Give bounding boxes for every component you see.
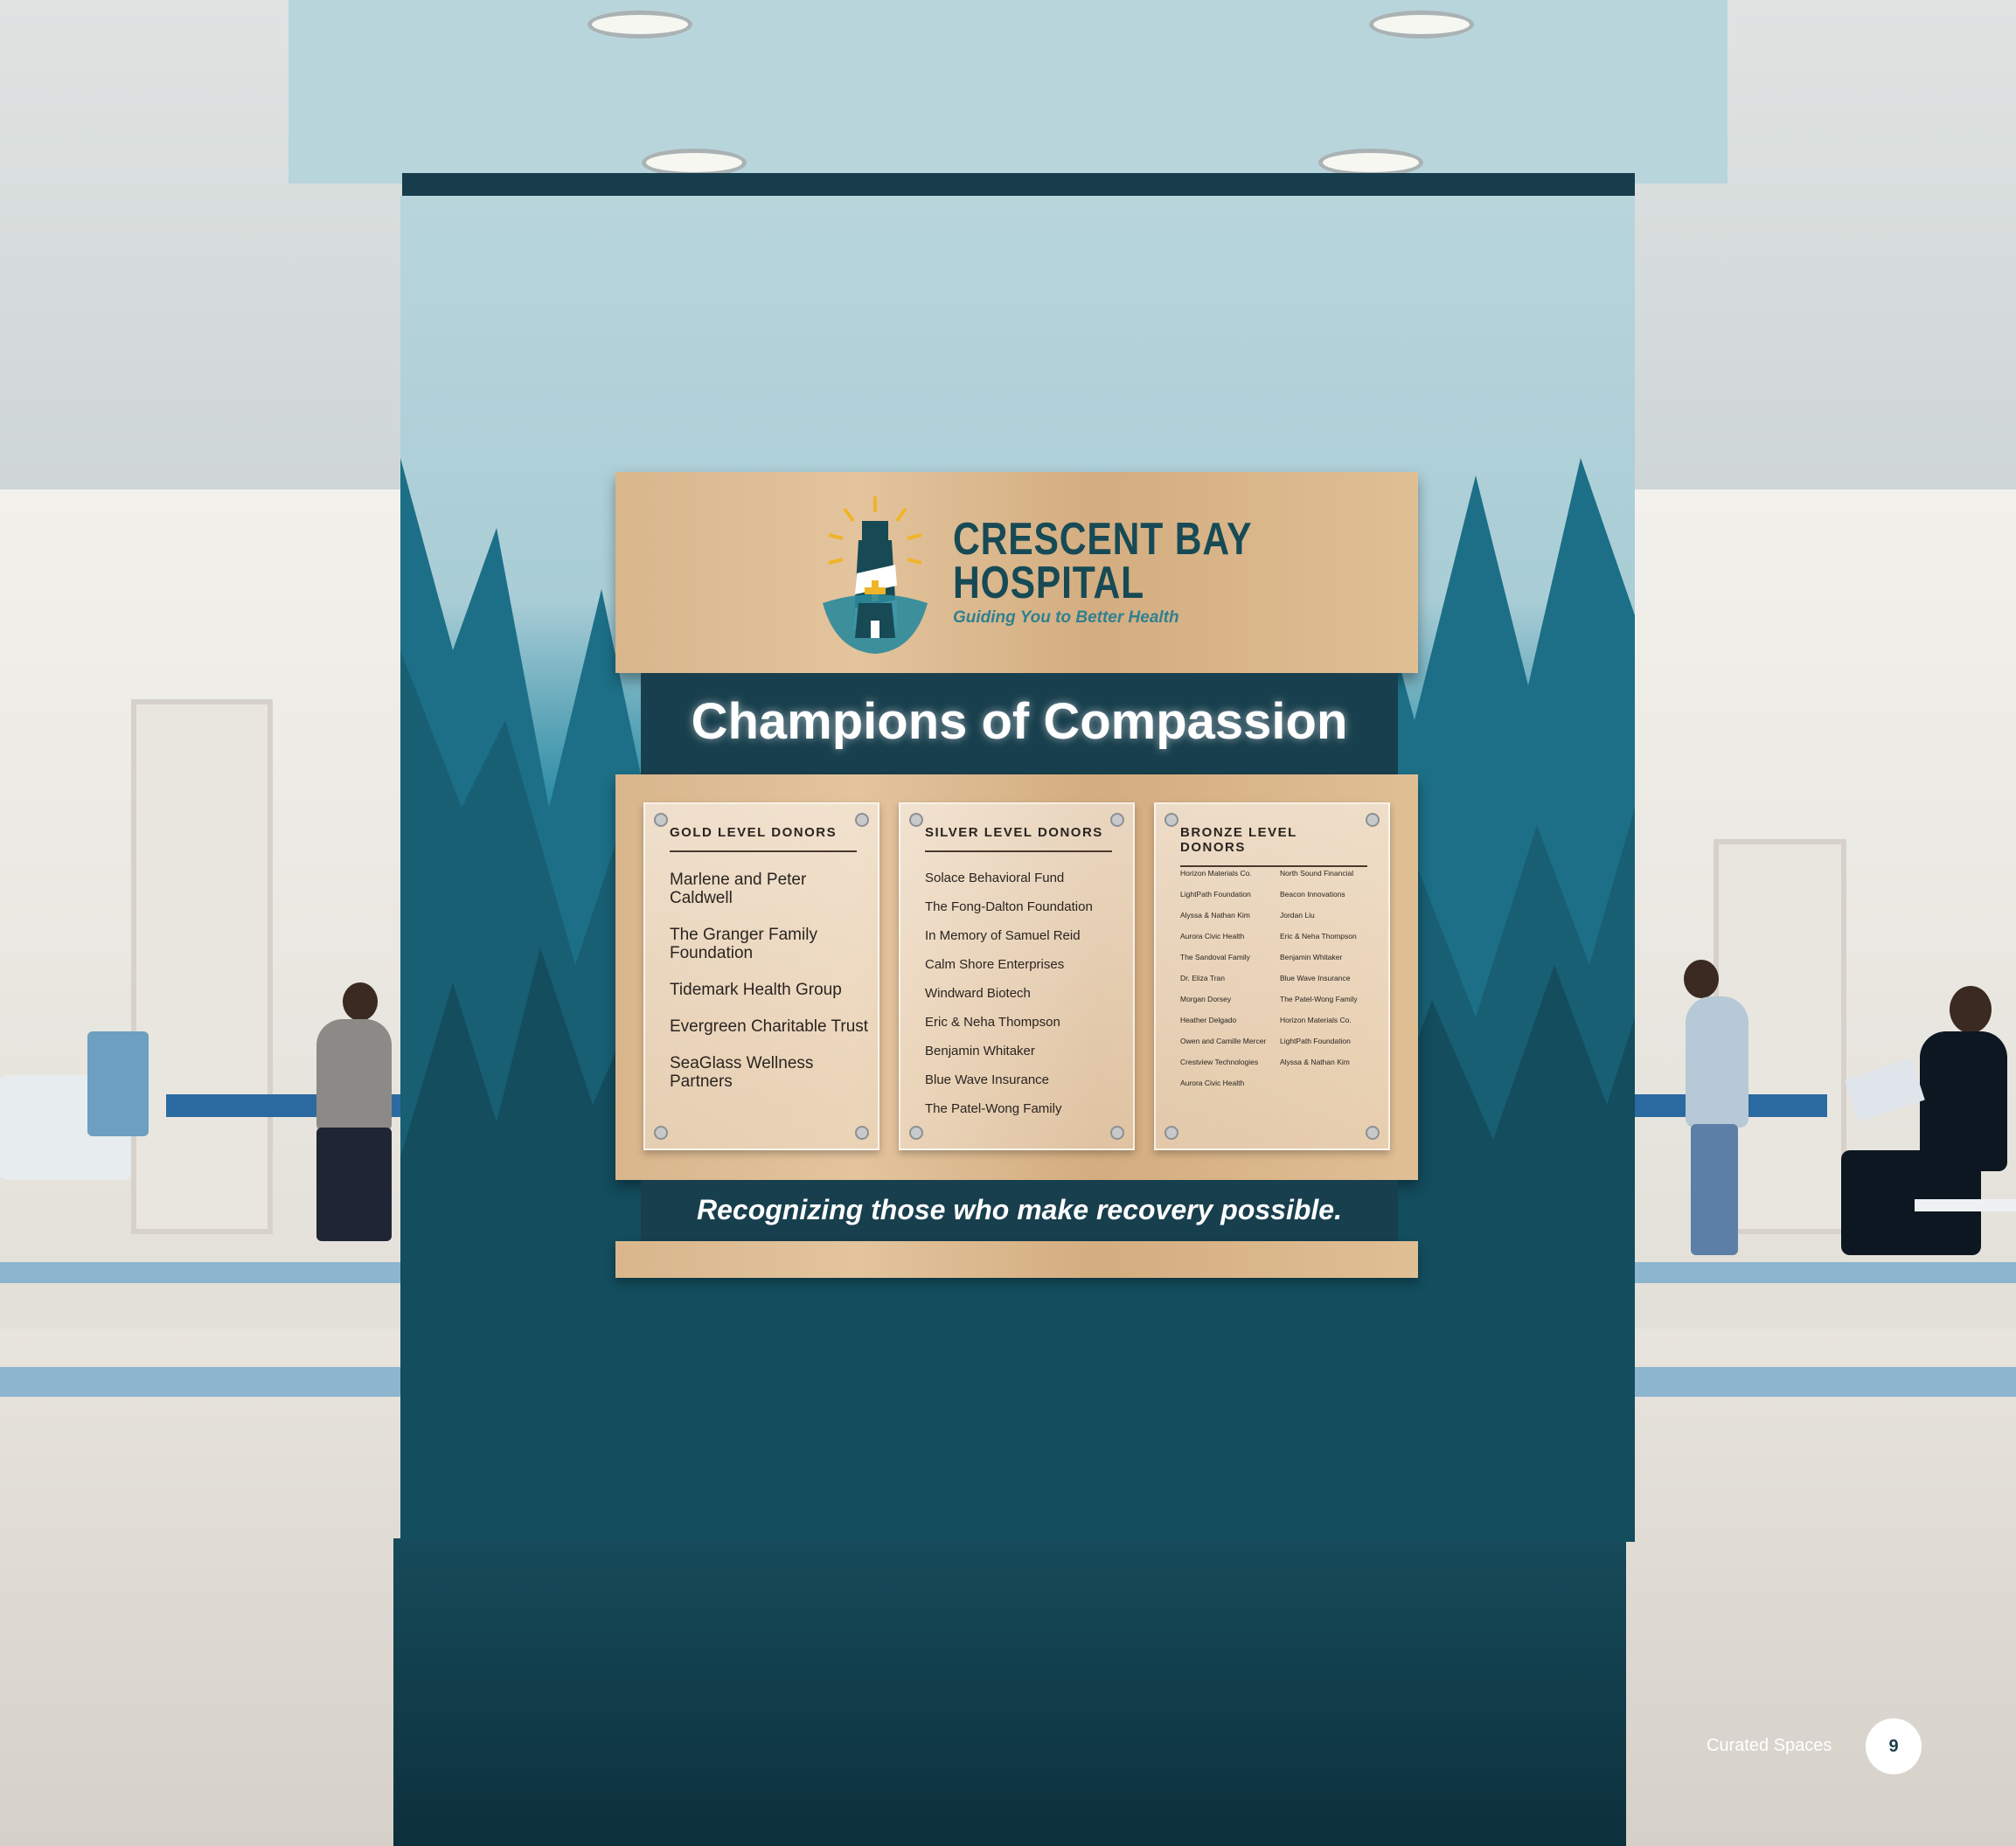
base-wood-board	[615, 1241, 1418, 1278]
hallway-scene: CRESCENT BAY HOSPITAL Guiding You to Bet…	[0, 0, 2016, 1846]
screw-icon	[1164, 1126, 1178, 1140]
screw-icon	[909, 1126, 923, 1140]
silver-donor-list: Solace Behavioral Fund The Fong-Dalton F…	[925, 871, 1126, 1130]
list-item: Tidemark Health Group	[670, 981, 842, 999]
list-item: Jordan Liu	[1280, 911, 1315, 920]
monitor-cart	[87, 1031, 149, 1136]
gold-donor-plaque: GOLD LEVEL DONORS Marlene and Peter Cald…	[643, 802, 879, 1150]
floor-stripe	[1635, 1262, 2016, 1283]
wall-top-trim	[402, 173, 1635, 198]
left-door	[131, 699, 273, 1234]
floor-stripe	[0, 1367, 402, 1397]
silver-donor-plaque: SILVER LEVEL DONORS Solace Behavioral Fu…	[899, 802, 1135, 1150]
footer-label: Curated Spaces	[1707, 1736, 1832, 1755]
hospital-name-line1: CRESCENT BAY	[953, 514, 1253, 565]
list-item: North Sound Financial	[1280, 869, 1354, 878]
list-item: LightPath Foundation	[1280, 1037, 1351, 1045]
list-item: The Granger Family Foundation	[670, 926, 817, 962]
list-item: Heather Delgado	[1180, 1016, 1237, 1024]
sign-subtitle: Recognizing those who make recovery poss…	[697, 1194, 1342, 1225]
list-item: LightPath Foundation	[1180, 890, 1251, 899]
bronze-donor-list-left: Horizon Materials Co. LightPath Foundati…	[1180, 869, 1278, 1100]
list-item: Benjamin Whitaker	[925, 1044, 1035, 1058]
bronze-donor-plaque: BRONZE LEVEL DONORS Horizon Materials Co…	[1154, 802, 1390, 1150]
list-item: Eric & Neha Thompson	[925, 1015, 1060, 1030]
list-item: The Patel-Wong Family	[925, 1101, 1062, 1116]
screw-icon	[654, 813, 668, 827]
screw-icon	[855, 1126, 869, 1140]
screw-icon	[1366, 813, 1380, 827]
screw-icon	[654, 1126, 668, 1140]
list-item: SeaGlass Wellness Partners	[670, 1054, 814, 1091]
list-item: The Patel-Wong Family	[1280, 995, 1358, 1003]
list-item: Aurora Civic Health	[1180, 1079, 1245, 1087]
ceiling-light	[1369, 10, 1474, 38]
screw-icon	[855, 813, 869, 827]
list-item: Windward Biotech	[925, 986, 1031, 1001]
list-item: Owen and Camille Mercer	[1180, 1037, 1267, 1045]
subtitle-band: Recognizing those who make recovery poss…	[641, 1180, 1398, 1241]
list-item: Blue Wave Insurance	[1280, 974, 1351, 982]
list-item: Alyssa & Nathan Kim	[1180, 911, 1250, 920]
list-item: In Memory of Samuel Reid	[925, 928, 1081, 943]
gold-donor-list: Marlene and Peter Caldwell The Granger F…	[670, 871, 871, 1109]
list-item: Beacon Innovations	[1280, 890, 1345, 899]
list-item: The Fong-Dalton Foundation	[925, 899, 1093, 914]
waiting-chair	[1915, 1199, 2016, 1211]
list-item: Dr. Eliza Tran	[1180, 974, 1226, 982]
ceiling-light	[587, 10, 692, 38]
list-item: Alyssa & Nathan Kim	[1280, 1058, 1350, 1066]
list-item: Benjamin Whitaker	[1280, 953, 1343, 961]
lighthouse-icon	[823, 496, 928, 654]
list-item: Horizon Materials Co.	[1180, 869, 1252, 878]
list-item: Solace Behavioral Fund	[925, 871, 1065, 885]
list-item: Evergreen Charitable Trust	[670, 1017, 869, 1036]
page-number: 9	[1866, 1718, 1922, 1774]
hospital-name-line2: HOSPITAL	[953, 558, 1144, 608]
ceiling-panel	[288, 0, 1728, 184]
floor-stripe	[0, 1262, 402, 1283]
donor-panel-board: GOLD LEVEL DONORS Marlene and Peter Cald…	[615, 774, 1418, 1180]
gold-heading: GOLD LEVEL DONORS	[670, 825, 857, 852]
screw-icon	[909, 813, 923, 827]
list-item: Calm Shore Enterprises	[925, 957, 1065, 972]
screw-icon	[1366, 1126, 1380, 1140]
teal-floor-runner	[393, 1538, 1626, 1846]
hospital-name: CRESCENT BAY HOSPITAL	[953, 514, 1253, 608]
list-item: Marlene and Peter Caldwell	[670, 871, 807, 907]
list-item: Horizon Materials Co.	[1280, 1016, 1352, 1024]
hospital-tagline: Guiding You to Better Health	[953, 608, 1179, 627]
bronze-donor-list-right: North Sound Financial Beacon Innovations…	[1280, 869, 1378, 1079]
list-item: Eric & Neha Thompson	[1280, 932, 1357, 940]
floor-stripe	[1635, 1367, 2016, 1397]
screw-icon	[1110, 813, 1124, 827]
list-item: Aurora Civic Health	[1180, 932, 1245, 940]
hospital-logo-board: CRESCENT BAY HOSPITAL Guiding You to Bet…	[615, 472, 1418, 673]
title-band: Champions of Compassion	[641, 673, 1398, 776]
list-item: Crestview Technologies	[1180, 1058, 1259, 1066]
list-item: Morgan Dorsey	[1180, 995, 1232, 1003]
sign-title: Champions of Compassion	[691, 693, 1348, 750]
screw-icon	[1164, 813, 1178, 827]
list-item: The Sandoval Family	[1180, 953, 1250, 961]
bronze-heading: BRONZE LEVEL DONORS	[1180, 825, 1367, 867]
silver-heading: SILVER LEVEL DONORS	[925, 825, 1112, 852]
list-item: Blue Wave Insurance	[925, 1072, 1050, 1087]
